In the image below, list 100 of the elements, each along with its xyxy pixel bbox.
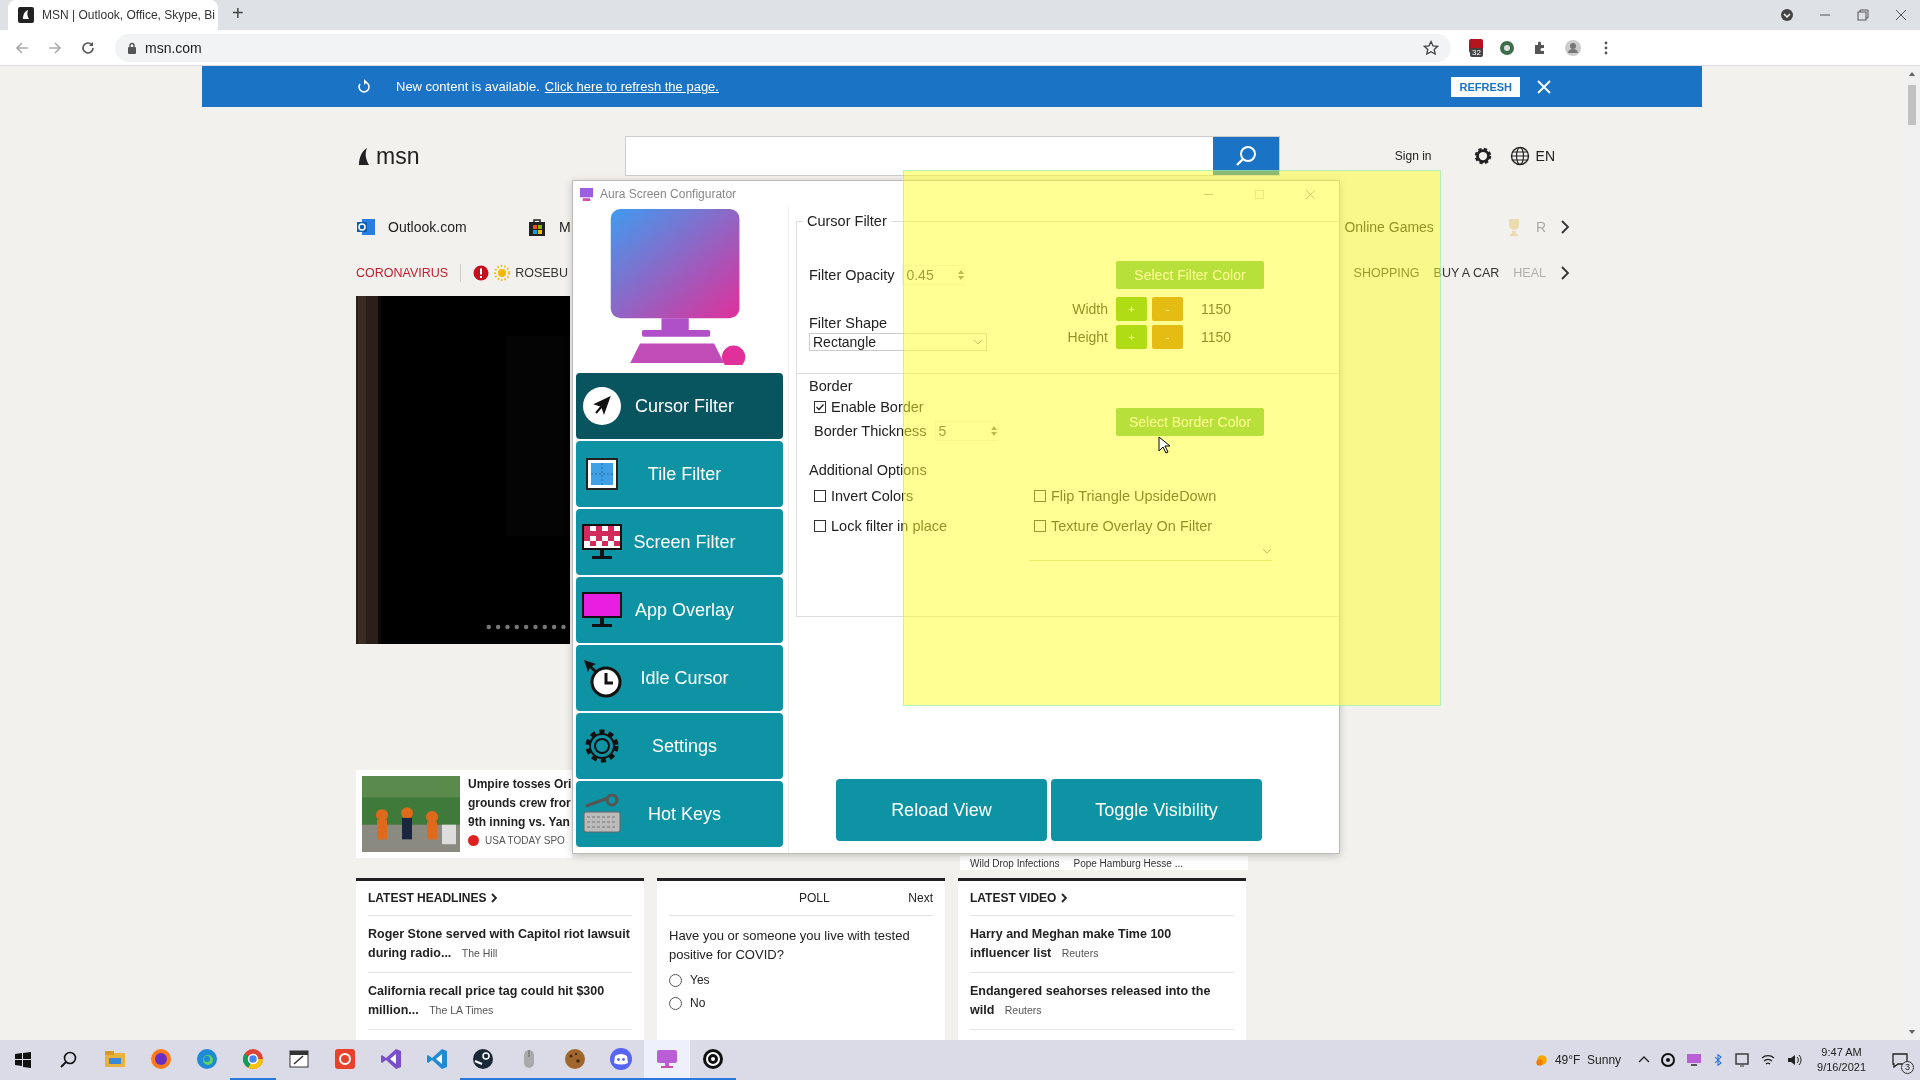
news-card[interactable]: Wild Drop Infections Pope Hamburg Hesse ... bbox=[960, 856, 1248, 870]
next-link[interactable]: Next bbox=[908, 891, 933, 905]
globe-extension-icon[interactable] bbox=[1499, 39, 1515, 56]
star-icon[interactable] bbox=[1423, 39, 1439, 56]
chevron-right-icon[interactable] bbox=[491, 893, 498, 903]
notification-count: 3 bbox=[1901, 1061, 1914, 1074]
scrollbar-thumb[interactable] bbox=[1908, 85, 1916, 125]
sidebar-item[interactable]: Cursor Filter bbox=[576, 373, 783, 439]
option-label[interactable]: Yes bbox=[690, 973, 710, 987]
language-label[interactable]: EN bbox=[1535, 148, 1555, 164]
topic-link[interactable]: ROSEBU bbox=[515, 265, 568, 280]
sidebar-item[interactable]: Tile Filter bbox=[576, 441, 783, 507]
close-icon[interactable] bbox=[1894, 8, 1908, 22]
search-field[interactable] bbox=[625, 136, 1280, 176]
tab-search-icon[interactable] bbox=[1780, 8, 1794, 22]
sync-icon[interactable] bbox=[1660, 1052, 1677, 1068]
sidebar-item[interactable]: Screen Filter bbox=[576, 509, 783, 575]
reload-icon[interactable] bbox=[80, 39, 96, 56]
source-label: USA TODAY SPO bbox=[485, 835, 565, 846]
sign-in-link[interactable]: Sign in bbox=[1394, 149, 1432, 163]
search-icon[interactable] bbox=[59, 1050, 79, 1070]
option-label[interactable]: No bbox=[690, 996, 706, 1010]
monitor-icon bbox=[582, 590, 622, 630]
volume-icon[interactable] bbox=[1786, 1052, 1803, 1068]
ribbon-icon bbox=[379, 1047, 403, 1071]
sidebar-item[interactable]: Idle Cursor bbox=[576, 645, 783, 711]
checkbox[interactable] bbox=[814, 401, 826, 413]
field-label: Filter Shape bbox=[809, 315, 888, 331]
sun-icon bbox=[494, 264, 511, 281]
shape-dropdown[interactable]: Rectangle bbox=[809, 333, 987, 351]
banner-message: New content is available. bbox=[396, 79, 540, 94]
checkbox[interactable] bbox=[814, 520, 826, 532]
monitor-icon[interactable] bbox=[1686, 1052, 1703, 1068]
profile-icon[interactable] bbox=[1565, 39, 1581, 56]
group-title: Cursor Filter bbox=[806, 213, 888, 229]
gamepad-face-icon bbox=[609, 1047, 633, 1071]
tab-title: MSN | Outlook, Office, Skype, Bi bbox=[42, 8, 215, 22]
msn-logo-icon bbox=[18, 7, 34, 23]
globe-icon bbox=[149, 1047, 173, 1071]
shopping-bag-icon[interactable] bbox=[527, 217, 547, 237]
monitor-icon bbox=[655, 1047, 679, 1071]
target-icon bbox=[333, 1047, 357, 1071]
headline-text[interactable]: Pope Hamburg Hesse ... bbox=[1073, 858, 1183, 870]
outlook-icon[interactable] bbox=[356, 217, 376, 237]
headline-item[interactable]: Harry and Meghan make Time 100 influencer list Reuters bbox=[970, 916, 1234, 973]
sidebar-item[interactable]: Hot Keys bbox=[576, 781, 783, 847]
headline-item[interactable]: Roger Stone served with Capitol riot lawsuit during radio... The Hill bbox=[368, 916, 632, 973]
scroll-up-icon[interactable] bbox=[1908, 70, 1916, 77]
topic-link[interactable]: BUY A CAR bbox=[1433, 265, 1500, 280]
news-card[interactable]: Umpire tosses Ori grounds crew fror 9th inning vs. Yan USA TODAY SPO bbox=[356, 770, 572, 858]
lock-icon[interactable] bbox=[127, 41, 137, 54]
checkbox-label[interactable]: Lock filter in place bbox=[831, 518, 948, 534]
chevron-right-icon[interactable] bbox=[1560, 220, 1570, 234]
checkbox[interactable] bbox=[1034, 490, 1046, 502]
alert-icon bbox=[473, 264, 490, 281]
globe-icon[interactable] bbox=[1509, 146, 1530, 166]
search-button[interactable] bbox=[1213, 137, 1279, 175]
headline-text[interactable]: 9th inning vs. Yan bbox=[468, 814, 572, 831]
new-tab-button[interactable]: + bbox=[232, 1, 244, 25]
sidebar-item[interactable]: App Overlay bbox=[576, 577, 783, 643]
chevron-right-icon[interactable] bbox=[1560, 265, 1570, 280]
sidebar-item[interactable]: Settings bbox=[576, 713, 783, 779]
start-icon[interactable] bbox=[13, 1050, 33, 1070]
ring-icon bbox=[701, 1047, 725, 1071]
restore-icon[interactable] bbox=[1856, 8, 1870, 22]
card-title[interactable]: LATEST VIDEO bbox=[970, 891, 1057, 905]
nav-link[interactable]: Outlook.com bbox=[388, 219, 527, 235]
refresh-link[interactable]: Click here to refresh the page. bbox=[544, 79, 719, 94]
weather-label[interactable]: 49°F Sunny bbox=[1554, 1053, 1622, 1067]
checkbox-label[interactable]: Enable Border bbox=[831, 399, 924, 415]
card-title[interactable]: LATEST HEADLINES bbox=[368, 891, 487, 905]
headline-item[interactable]: California recall price tag could hit $300 million... The LA Times bbox=[368, 973, 632, 1030]
checkbox[interactable] bbox=[814, 490, 826, 502]
browser-tab[interactable]: MSN | Outlook, Office, Skype, Bi bbox=[8, 0, 218, 30]
clock-date[interactable]: 9/16/2021 bbox=[1817, 1060, 1866, 1075]
scroll-down-icon[interactable] bbox=[1908, 1029, 1916, 1036]
notification-button[interactable]: 3 bbox=[1880, 1040, 1920, 1080]
clock-time[interactable]: 9:47 AM bbox=[1821, 1045, 1862, 1060]
clock-icon bbox=[582, 658, 622, 698]
toggle-visibility-button[interactable]: Toggle Visibility bbox=[1051, 779, 1262, 841]
caret-icon bbox=[1262, 548, 1272, 554]
nav-link[interactable]: M bbox=[559, 219, 571, 235]
section-title: Border bbox=[809, 378, 853, 394]
cursor-icon bbox=[1158, 436, 1170, 454]
headline-text[interactable]: grounds crew fror bbox=[468, 795, 572, 812]
reload-view-button[interactable]: Reload View bbox=[836, 779, 1047, 841]
headline-item[interactable]: Endangered seahorses released into the wild Reuters bbox=[970, 973, 1234, 1030]
msn-logo[interactable]: msn bbox=[356, 142, 625, 170]
checkbox-label[interactable]: Invert Colors bbox=[831, 488, 914, 504]
headline-text[interactable]: Wild Drop Infections bbox=[970, 858, 1060, 870]
display-icon[interactable] bbox=[1734, 1052, 1751, 1068]
topic-link[interactable]: CORONAVIRUS bbox=[356, 265, 449, 280]
checkbox[interactable] bbox=[1034, 520, 1046, 532]
section-title: Additional Options bbox=[809, 462, 928, 478]
refresh-icon[interactable] bbox=[356, 78, 372, 95]
address-bar[interactable]: msn.com bbox=[115, 33, 1451, 62]
field-label: Filter Opacity bbox=[809, 267, 895, 283]
headline-text[interactable]: Umpire tosses Ori bbox=[468, 776, 572, 793]
refresh-button[interactable]: REFRESH bbox=[1451, 76, 1520, 97]
chevron-right-icon[interactable] bbox=[1061, 893, 1068, 903]
